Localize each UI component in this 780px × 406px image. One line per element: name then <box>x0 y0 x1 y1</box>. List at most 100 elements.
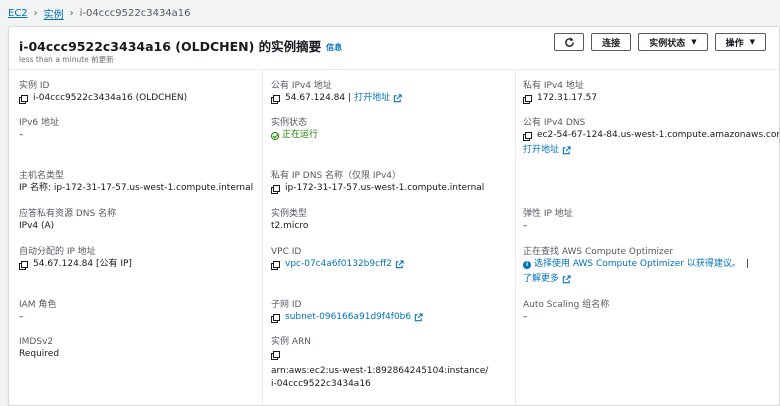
field-iam-role: IAM 角色 – <box>19 299 56 324</box>
panel-header: i-04ccc9522c3434a16 (OLDCHEN) 的实例摘要 信息 le… <box>9 27 779 70</box>
field-answer-dns: 应答私有资源 DNS 名称 IPv4 (A) <box>19 208 116 233</box>
ipv6-value: – <box>19 130 24 140</box>
vpc-id-link[interactable]: vpc-07c4a6f0132b9cff2 <box>285 258 392 271</box>
field-label: 自动分配的 IP 地址 <box>19 247 96 257</box>
public-ipv4-value: 54.67.124.84 <box>285 93 346 103</box>
instance-state-value: 正在运行 <box>282 130 319 140</box>
external-link-icon <box>414 313 423 322</box>
private-ipv4-value: 172.31.17.57 <box>537 93 598 103</box>
copy-icon[interactable] <box>523 131 532 141</box>
field-subnet-id: 子网 ID subnet-096166a91d9f4f0b6 <box>271 299 423 324</box>
last-updated-text: less than a minute 前更新 <box>19 55 114 64</box>
field-label: IPv6 地址 <box>19 118 59 128</box>
breadcrumb-current: i-04ccc9522c3434a16 <box>79 7 191 19</box>
field-ipv6: IPv6 地址 – <box>19 117 59 142</box>
caret-down-icon: ▼ <box>749 38 755 46</box>
field-auto-scaling-group: Auto Scaling 组名称 – <box>523 299 609 324</box>
page-title-text: i-04ccc9522c3434a16 (OLDCHEN) 的实例摘要 <box>19 39 322 54</box>
instance-id-value: i-04ccc9522c3434a16 (OLDCHEN) <box>33 93 188 103</box>
instance-type-value: t2.micro <box>271 221 309 231</box>
field-label: 子网 ID <box>271 300 302 310</box>
field-value: ec2-54-67-124-84.us-west-1.compute.amazo… <box>523 129 780 142</box>
field-label: 实例状态 <box>271 118 308 128</box>
field-value: 打开地址 <box>523 144 779 157</box>
breadcrumb-ec2-link[interactable]: EC2 <box>8 8 28 19</box>
public-dns-value: ec2-54-67-124-84.us-west-1.compute.amazo… <box>537 130 780 140</box>
field-public-ipv4: 公有 IPv4 地址 54.67.124.84 | 打开地址 <box>271 80 402 105</box>
column-divider <box>515 69 516 405</box>
field-label: 主机名类型 <box>19 171 65 181</box>
iam-role-value: – <box>19 312 24 322</box>
copy-icon[interactable] <box>271 351 280 360</box>
refresh-icon <box>564 36 574 47</box>
field-private-dns: 私有 IP DNS 名称（仅限 IPv4） ip-172-31-17-57.us… <box>271 170 484 195</box>
field-auto-ip: 自动分配的 IP 地址 54.67.124.84 [公有 IP] <box>19 246 132 271</box>
copy-icon[interactable] <box>271 260 280 270</box>
copy-icon[interactable] <box>19 260 28 270</box>
subnet-id-link[interactable]: subnet-096166a91d9f4f0b6 <box>285 311 411 324</box>
arn-value-line1: arn:aws:ec2:us-west-1:892864245104:insta… <box>271 366 489 376</box>
info-circle-icon: i <box>523 260 531 269</box>
separator-pipe: | <box>745 259 749 269</box>
copy-icon[interactable] <box>19 94 28 104</box>
field-label: 应答私有资源 DNS 名称 <box>19 209 117 219</box>
breadcrumb: EC2 › 实例 › i-04ccc9522c3434a16 <box>8 5 191 21</box>
external-link-icon <box>395 260 404 269</box>
field-label: 公有 IPv4 地址 <box>271 81 332 91</box>
field-label: IMDSv2 <box>19 337 54 347</box>
copy-icon[interactable] <box>523 94 532 104</box>
field-label: VPC ID <box>271 247 302 257</box>
learn-more-link[interactable]: 了解更多 <box>523 273 559 286</box>
auto-scaling-group-value: – <box>523 312 528 322</box>
field-value: i 选择使用 AWS Compute Optimizer 以获得建议。 | <box>523 258 749 271</box>
field-instance-type: 实例类型 t2.micro <box>271 208 308 233</box>
compute-optimizer-opt-in-link[interactable]: 选择使用 AWS Compute Optimizer 以获得建议。 <box>534 258 741 271</box>
field-imdsv2: IMDSv2 Required <box>19 336 59 361</box>
field-value: subnet-096166a91d9f4f0b6 <box>271 311 423 324</box>
field-value: 54.67.124.84 | 打开地址 <box>271 92 402 105</box>
actions-button-label: 操作 <box>725 38 744 49</box>
copy-icon[interactable] <box>271 94 280 104</box>
field-label: 实例类型 <box>271 209 308 219</box>
open-address-link[interactable]: 打开地址 <box>354 92 390 105</box>
field-value: 54.67.124.84 [公有 IP] <box>19 258 132 271</box>
field-hostname-type: 主机名类型 IP 名称: ip-172-31-17-57.us-west-1.c… <box>19 170 253 195</box>
info-link[interactable]: 信息 <box>326 43 342 52</box>
field-instance-arn: 实例 ARN arn:aws:ec2:us-west-1:89286424510… <box>271 336 488 391</box>
field-value: vpc-07c4a6f0132b9cff2 <box>271 258 404 271</box>
external-link-icon <box>562 275 571 284</box>
auto-ip-value: 54.67.124.84 [公有 IP] <box>33 259 132 269</box>
copy-icon[interactable] <box>271 313 280 323</box>
field-label: IAM 角色 <box>19 300 57 310</box>
field-value: i-04ccc9522c3434a16 (OLDCHEN) <box>19 92 187 105</box>
answer-dns-value: IPv4 (A) <box>19 221 55 231</box>
external-link-icon <box>562 146 571 155</box>
field-label: Auto Scaling 组名称 <box>523 300 610 310</box>
elastic-ip-value: – <box>523 221 528 231</box>
actions-button[interactable]: 操作 ▼ <box>714 33 766 51</box>
field-label: 实例 ID <box>19 81 50 91</box>
header-actions: 连接 实例状态 ▼ 操作 ▼ <box>554 33 766 51</box>
field-label: 私有 IPv4 地址 <box>523 81 584 91</box>
refresh-button[interactable] <box>554 33 585 51</box>
arn-value-line2: i-04ccc9522c3434a16 <box>271 379 371 389</box>
separator-pipe: | <box>348 93 352 103</box>
running-status-icon <box>271 131 279 140</box>
instance-state-button-label: 实例状态 <box>649 38 686 49</box>
private-dns-value: ip-172-31-17-57.us-west-1.compute.intern… <box>285 183 485 193</box>
field-label: 正在查找 AWS Compute Optimizer <box>523 247 673 257</box>
field-label: 私有 IP DNS 名称（仅限 IPv4） <box>271 171 402 181</box>
connect-button[interactable]: 连接 <box>591 33 632 51</box>
open-address-link[interactable]: 打开地址 <box>523 144 559 157</box>
imdsv2-value: Required <box>19 349 60 359</box>
external-link-icon <box>393 94 402 103</box>
instance-summary-panel: i-04ccc9522c3434a16 (OLDCHEN) 的实例摘要 信息 le… <box>8 26 780 406</box>
breadcrumb-separator-icon: › <box>33 7 38 19</box>
breadcrumb-instances-link[interactable]: 实例 <box>44 6 64 21</box>
connect-button-label: 连接 <box>602 38 621 49</box>
copy-icon[interactable] <box>271 184 280 194</box>
field-instance-state: 实例状态 正在运行 <box>271 117 318 142</box>
field-value: 172.31.17.57 <box>523 92 597 105</box>
instance-state-button[interactable]: 实例状态 ▼ <box>638 33 708 51</box>
caret-down-icon: ▼ <box>691 38 697 46</box>
